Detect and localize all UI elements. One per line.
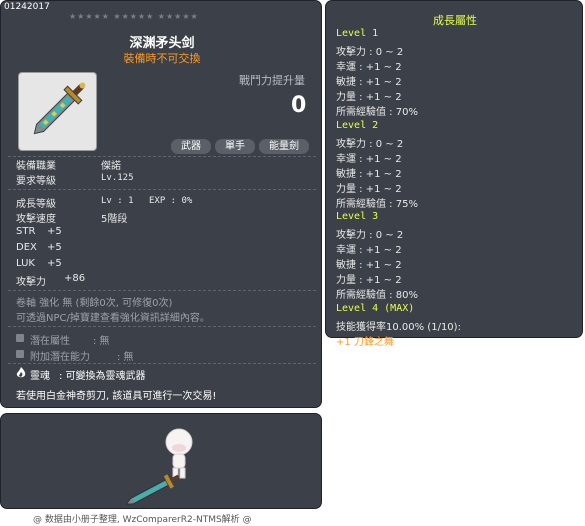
level-stat-line: 攻擊力 : 0 ~ 2	[336, 139, 404, 150]
divider	[8, 363, 316, 364]
divider	[8, 290, 316, 291]
upgrade-hint-line: 可透過NPC/掉寶建查看強化資訊詳細內容。	[16, 313, 210, 324]
sword-icon	[33, 82, 86, 135]
bonus-potential-label: 附加潛在能力	[30, 352, 90, 363]
req-level-value: Lv.125	[101, 173, 134, 183]
level-exp-line: 所需經驗值 : 70%	[336, 107, 418, 118]
level-title: Level 3	[336, 211, 379, 222]
level-stat-line: 力量 : +1 ~ 2	[336, 184, 402, 195]
growth-panel-title: 成長屬性	[433, 14, 477, 27]
soul-flame-icon	[16, 367, 26, 382]
upgrade-info-line: 卷軸 強化 無 (剩餘0次, 可修復0次)	[16, 298, 173, 309]
divider	[8, 189, 316, 190]
tag-energy-sword: 能量劍	[259, 139, 309, 154]
item-name: 深渊矛头剑	[129, 36, 195, 51]
tag-one-handed: 單手	[215, 139, 255, 154]
growth-attribute-panel: 成長屬性 Level 1 攻擊力 : 0 ~ 2 幸運 : +1 ~ 2 敏捷 …	[325, 0, 583, 348]
level-exp-line: 所需經驗值 : 80%	[336, 290, 418, 301]
level-skill-line: 技能獲得率10.00% (1/10):	[336, 322, 461, 333]
attack-speed-value: 5階段	[101, 214, 128, 225]
stat-str-value: +5	[47, 226, 62, 237]
trade-note: 裝備時不可交換	[123, 52, 201, 65]
star-force-stars: ★★★★★ ★★★★★ ★★★★★	[69, 12, 199, 21]
power-increase-value: 0	[291, 93, 307, 118]
level-stat-line: 幸運 : +1 ~ 2	[336, 154, 402, 165]
req-job-label: 裝備職業	[16, 161, 56, 172]
level-stat-line: 敏捷 : +1 ~ 2	[336, 260, 402, 271]
item-icon-frame	[18, 72, 97, 151]
level-exp-line: 所需經驗值 : 75%	[336, 199, 418, 210]
level-stat-line: 力量 : +1 ~ 2	[336, 275, 402, 286]
credit-footer: @ 数据由小册子整理, WzComparerR2-NTMS解析 @	[33, 515, 252, 525]
stat-attack-value: +86	[64, 273, 86, 284]
scissors-notice: 若使用白金神奇剪刀, 該道具可進行一次交易!	[16, 391, 217, 402]
attack-speed-label: 攻擊速度	[16, 214, 56, 225]
level-stat-line: 幸運 : +1 ~ 2	[336, 245, 402, 256]
item-id: 01242017	[4, 2, 50, 12]
potential-box-icon	[16, 334, 24, 342]
stat-str-label: STR	[16, 226, 36, 237]
potential-label: 潛在屬性	[30, 336, 70, 347]
soul-value: : 可變換為靈魂武器	[59, 371, 146, 382]
potential-box-icon	[16, 350, 24, 358]
divider	[8, 326, 316, 327]
growth-level-label: 成長等級	[16, 199, 56, 210]
stat-attack-label: 攻擊力	[16, 277, 46, 288]
stat-dex-label: DEX	[16, 242, 37, 253]
tag-weapon: 武器	[171, 139, 211, 154]
level-stat-line: 敏捷 : +1 ~ 2	[336, 169, 402, 180]
stat-luk-label: LUK	[16, 258, 35, 269]
level-skill-bonus: +1 刀鋒之舞	[336, 337, 394, 348]
character-preview-panel	[0, 413, 322, 509]
req-level-label: 要求等級	[16, 176, 56, 187]
stat-luk-value: +5	[47, 258, 62, 269]
character-icon	[125, 428, 193, 505]
item-tooltip-panel: 01242017 ★★★★★ ★★★★★ ★★★★★ 深渊矛头剑 裝備時不可交換…	[0, 0, 322, 408]
level-stat-line: 幸運 : +1 ~ 2	[336, 62, 402, 73]
level-title: Level 4 (MAX)	[336, 303, 415, 314]
stat-dex-value: +5	[47, 242, 62, 253]
potential-value: : 無	[93, 336, 110, 347]
level-stat-line: 攻擊力 : 0 ~ 2	[336, 230, 404, 241]
level-stat-line: 敏捷 : +1 ~ 2	[336, 77, 402, 88]
level-stat-line: 攻擊力 : 0 ~ 2	[336, 47, 404, 58]
growth-exp-value: EXP : 0%	[149, 196, 193, 206]
bonus-potential-value: : 無	[117, 352, 134, 363]
level-title: Level 1	[336, 28, 379, 39]
level-title: Level 2	[336, 120, 379, 131]
growth-level-value: Lv : 1	[101, 196, 134, 206]
power-increase-label: 戰鬥力提升量	[239, 74, 305, 87]
req-job-value: 傑諾	[101, 161, 121, 172]
level-stat-line: 力量 : +1 ~ 2	[336, 92, 402, 103]
soul-label: 靈魂	[30, 371, 50, 382]
